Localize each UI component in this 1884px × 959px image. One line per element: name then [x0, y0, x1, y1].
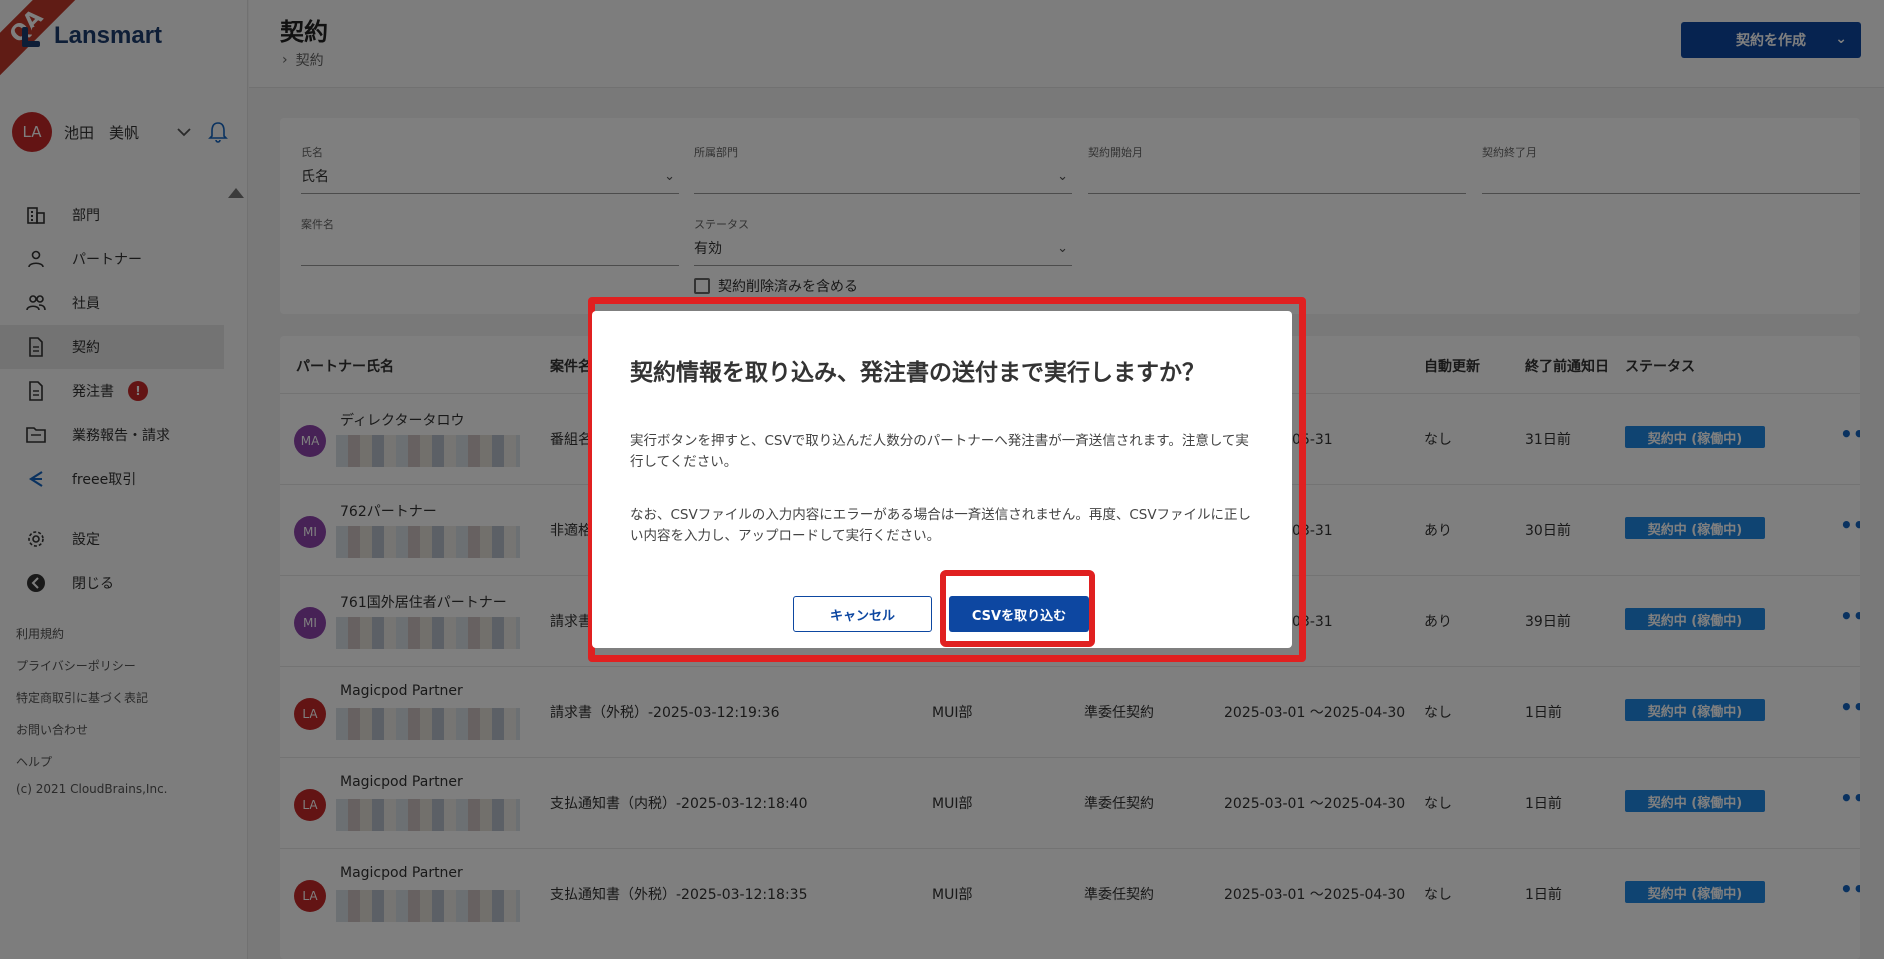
- dialog-note: なお、CSVファイルの入力内容にエラーがある場合は一斉送信されません。再度、CS…: [630, 507, 1252, 544]
- dialog-title: 契約情報を取り込み、発注書の送付まで実行しますか？: [630, 360, 1205, 386]
- import-button-highlight-frame: [940, 570, 1095, 647]
- cancel-button[interactable]: キャンセル: [793, 596, 932, 632]
- dialog-message: 実行ボタンを押すと、CSVで取り込んだ人数分のパートナーへ発注書が一斉送信されま…: [630, 433, 1249, 470]
